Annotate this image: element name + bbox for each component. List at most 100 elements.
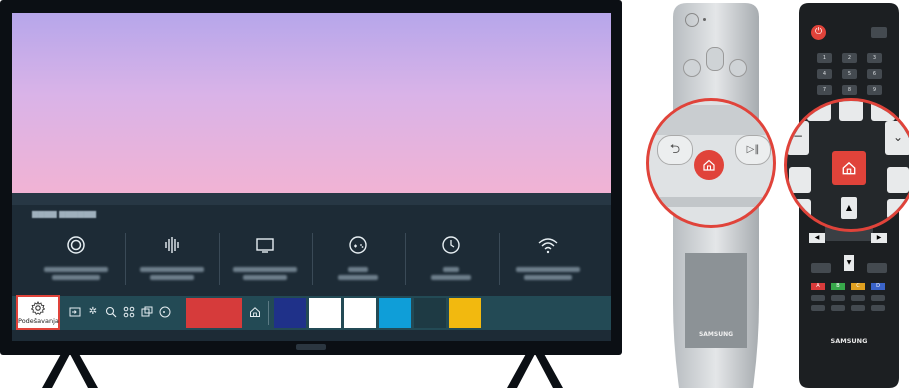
blurred-label	[150, 275, 194, 280]
remote-key	[789, 167, 811, 193]
home-icon	[703, 159, 715, 171]
game-mode-icon	[346, 233, 370, 257]
number-label: 1	[822, 55, 827, 61]
quick-setting-tile[interactable]	[126, 227, 218, 291]
function-button[interactable]	[871, 295, 885, 301]
number-button[interactable]: 5	[842, 69, 857, 79]
settings-label: Podešavanja	[18, 317, 59, 325]
function-button[interactable]	[811, 295, 825, 301]
source-icon[interactable]	[871, 27, 887, 38]
media-button[interactable]	[871, 305, 885, 311]
number-label: 9	[872, 87, 877, 93]
number-label: 7	[822, 87, 827, 93]
blurred-label	[431, 275, 471, 280]
app-tile[interactable]	[414, 298, 446, 328]
home-bar: Podešavanja ✲	[12, 295, 611, 330]
color-key-b[interactable]: B	[831, 283, 845, 290]
multi-view-icon[interactable]	[140, 303, 154, 321]
media-button[interactable]	[851, 305, 865, 311]
number-button[interactable]: 3	[867, 53, 882, 63]
app-tile[interactable]	[186, 298, 242, 328]
sound-output-icon	[160, 233, 184, 257]
back-icon[interactable]: ⮌	[657, 135, 693, 165]
power-icon[interactable]	[685, 13, 699, 27]
volume-icon[interactable]: −	[787, 121, 809, 155]
quick-setting-tile[interactable]	[312, 227, 404, 291]
home-button[interactable]	[832, 151, 866, 185]
home-button-magnifier: − ⌄ ▲	[784, 98, 909, 232]
tv-screen: ▆▆▆▆ ▆▆▆▆▆▆ Podešavanja ✲	[12, 13, 611, 341]
power-icon[interactable]: ⏻	[811, 25, 826, 40]
input-source-icon[interactable]	[68, 303, 82, 321]
remote-key	[807, 101, 831, 121]
multi-view-icon[interactable]	[729, 59, 747, 77]
ambient-icon[interactable]: ✲	[86, 303, 100, 321]
search-icon[interactable]	[104, 303, 118, 321]
app-tile[interactable]	[379, 298, 411, 328]
tv-leg-left	[42, 352, 98, 388]
function-button[interactable]	[831, 295, 845, 301]
app-tile[interactable]	[274, 298, 306, 328]
color-key-a[interactable]: A	[811, 283, 825, 290]
blurred-label	[348, 267, 368, 272]
home-icon[interactable]	[248, 304, 262, 322]
remote-brand: SAMSUNG	[698, 331, 734, 338]
media-button[interactable]	[811, 305, 825, 311]
media-button[interactable]	[831, 305, 845, 311]
number-pad-icon[interactable]	[683, 59, 701, 77]
remote-surface	[649, 105, 773, 135]
number-label: 6	[872, 71, 877, 77]
quick-setting-tile[interactable]	[502, 227, 594, 291]
chevron-down-icon[interactable]: ⌄	[885, 121, 909, 155]
quick-setting-tile[interactable]	[219, 227, 311, 291]
quick-setting-tile[interactable]	[405, 227, 497, 291]
remote-key	[887, 199, 909, 219]
play-pause-icon[interactable]: ▷‖	[735, 135, 771, 165]
display-icon	[253, 233, 277, 257]
number-button[interactable]: 2	[842, 53, 857, 63]
number-button[interactable]: 6	[867, 69, 882, 79]
app-tile[interactable]	[449, 298, 481, 328]
down-arrow-icon[interactable]: ▼	[844, 255, 854, 271]
home-button[interactable]	[694, 150, 724, 180]
tv-frame: ▆▆▆▆ ▆▆▆▆▆▆ Podešavanja ✲	[0, 0, 622, 355]
volume-button[interactable]	[811, 263, 831, 273]
blurred-label	[524, 275, 572, 280]
mic-led	[703, 18, 706, 21]
remote-brand: SAMSUNG	[830, 337, 868, 345]
right-arrow-icon[interactable]: ▶	[871, 233, 887, 243]
home-button-magnifier: ⮌ ▷‖	[646, 98, 776, 228]
remote-key	[789, 199, 811, 219]
blurred-label	[243, 275, 287, 280]
gaming-hub-icon[interactable]	[158, 303, 172, 321]
blurred-label	[443, 267, 459, 272]
network-icon	[536, 233, 560, 257]
app-tile[interactable]	[344, 298, 376, 328]
number-button[interactable]: 9	[867, 85, 882, 95]
blurred-label	[233, 267, 297, 272]
number-button[interactable]: 1	[817, 53, 832, 63]
color-key-c[interactable]: C	[851, 283, 865, 290]
number-button[interactable]: 8	[842, 85, 857, 95]
microphone-icon[interactable]	[706, 47, 724, 71]
left-arrow-icon[interactable]: ◀	[809, 233, 825, 243]
up-arrow-icon[interactable]: ▲	[841, 197, 857, 219]
number-button[interactable]: 7	[817, 85, 832, 95]
settings-button[interactable]: Podešavanja	[16, 295, 60, 330]
blurred-label	[44, 267, 108, 272]
function-button[interactable]	[851, 295, 865, 301]
apps-icon[interactable]	[122, 303, 136, 321]
blurred-label	[338, 275, 378, 280]
channel-button[interactable]	[867, 263, 887, 273]
remote-surface	[649, 197, 773, 207]
quick-setting-tile[interactable]	[30, 227, 122, 291]
color-key-d[interactable]: D	[871, 283, 885, 290]
home-icon	[842, 161, 856, 175]
remote-key	[871, 101, 895, 121]
number-label: 8	[847, 87, 852, 93]
number-label: 4	[822, 71, 827, 77]
divider	[268, 301, 269, 325]
number-button[interactable]: 4	[817, 69, 832, 79]
gear-icon	[30, 300, 46, 315]
app-tile[interactable]	[309, 298, 341, 328]
